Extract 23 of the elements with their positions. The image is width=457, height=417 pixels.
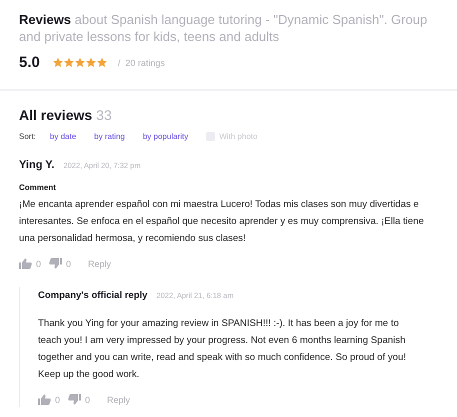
thumbs-up-icon[interactable] bbox=[38, 394, 51, 405]
thumbs-down-icon[interactable] bbox=[68, 394, 82, 405]
like-count: 0 bbox=[55, 394, 60, 404]
dislike-count: 0 bbox=[85, 394, 90, 404]
sort-link[interactable]: by popularity bbox=[142, 132, 188, 141]
rating-score: 5.0 bbox=[19, 54, 40, 71]
ratings-count: 20 ratings bbox=[125, 58, 165, 68]
like-count: 0 bbox=[36, 258, 42, 268]
thumbs-down-icon[interactable] bbox=[49, 258, 62, 269]
section-title: All reviews bbox=[19, 107, 92, 123]
page-title: Reviews about Spanish language tutoring - "Dynamic Spanish". Group and private lessons for kids, teens and adults bbox=[19, 11, 428, 45]
reply-author: Company's official reply bbox=[38, 290, 148, 301]
sort-link[interactable]: by rating bbox=[94, 132, 125, 141]
comment-label: Comment bbox=[19, 183, 57, 192]
sort-link[interactable]: by date bbox=[50, 132, 76, 141]
dislike-count: 0 bbox=[66, 258, 72, 268]
reviewer-name: Ying Y. bbox=[19, 159, 54, 171]
reply-text: Thank you Ying for your amazing review in SPANISH!!! :-). It has been a joy for me to teach you! I am very impressed by your progress. Not even 6 months learning Spanish together and you can write, read and speak with so much confidence. So proud of you! Keep up the good work. bbox=[38, 317, 407, 382]
separator: / bbox=[118, 58, 120, 68]
reviews-count: 33 bbox=[96, 107, 112, 123]
sort-label: Sort: bbox=[19, 132, 36, 141]
review-text: ¡Me encanta aprender español con mi maestra Lucero! Todas mis clases son muy divertidas e interesantes. Se enfoca en el español que necesito aprender y es muy comprensiva. ¡Ella tiene una personalidad hermosa, y recomiendo sus clases! bbox=[19, 198, 425, 246]
thumbs-up-icon[interactable] bbox=[19, 258, 32, 269]
